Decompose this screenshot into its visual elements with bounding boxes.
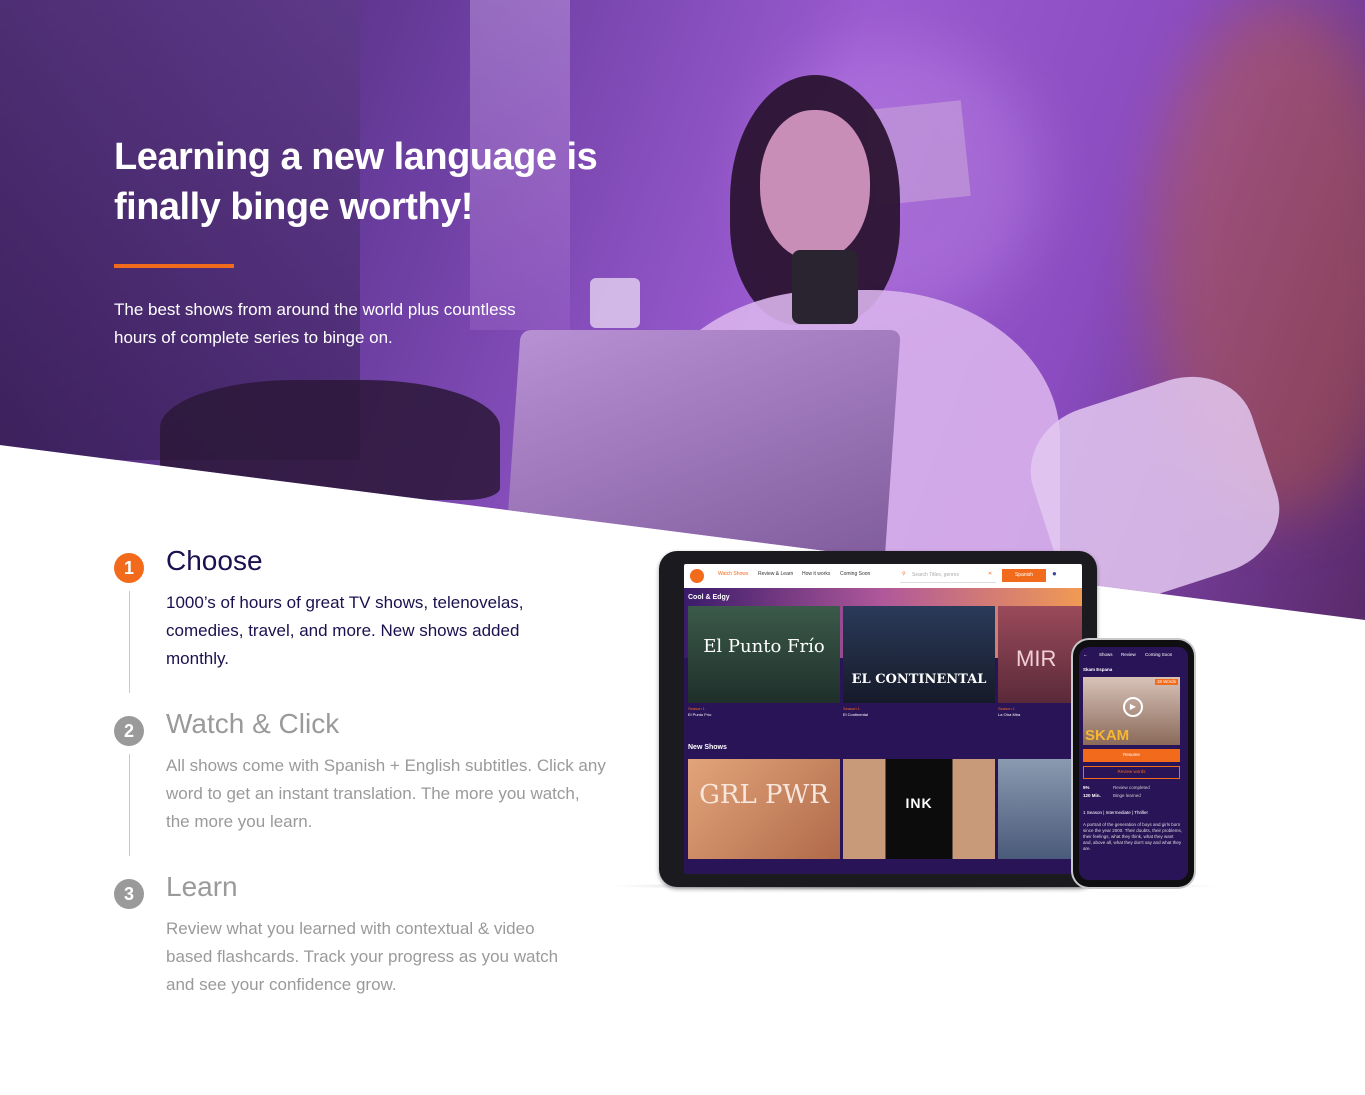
hero-accent-rule xyxy=(114,264,234,268)
stat-minutes: 120 Min. xyxy=(1083,793,1101,798)
show-thumbnail[interactable]: GRL PWR xyxy=(688,759,840,859)
show-poster[interactable]: 18 Words ▶ SKAM xyxy=(1083,677,1180,745)
show-art-title: MIR xyxy=(1016,646,1057,671)
app-navbar: Watch Shows Review & Learn How it works … xyxy=(684,564,1082,588)
show-thumbnail[interactable]: MIR xyxy=(998,606,1082,703)
tablet-mockup: Watch Shows Review & Learn How it works … xyxy=(659,551,1097,887)
hero-title: Learning a new language is finally binge… xyxy=(114,136,598,228)
phone-show-title: Skam Espana xyxy=(1083,667,1113,672)
step-text: All shows come with Spanish + English su… xyxy=(166,756,606,831)
phone-mockup: ← Shows Review Coming Soon Skam Espana 1… xyxy=(1073,640,1194,887)
step-text: Review what you learned with contextual … xyxy=(166,919,559,994)
stat-percent: 5% xyxy=(1083,785,1090,790)
nav-item[interactable]: Coming Soon xyxy=(840,571,870,577)
show-thumbnail[interactable]: EL CONTINENTAL xyxy=(843,606,995,703)
mug xyxy=(590,278,640,328)
show-meta: 1 Season | Intermediate | Thriller xyxy=(1083,810,1149,815)
phone-nav-item[interactable]: Review xyxy=(1121,652,1136,658)
step-number-badge: 1 xyxy=(114,553,144,583)
user-icon[interactable]: ● xyxy=(1052,569,1057,578)
phone-nav-item[interactable]: Coming Soon xyxy=(1145,652,1172,658)
show-art-title: GRL PWR xyxy=(699,780,829,810)
review-words-label: Review words xyxy=(1117,769,1146,774)
show-description: A portrait of the generation of boys and… xyxy=(1083,822,1182,851)
back-icon[interactable]: ← xyxy=(1083,652,1088,658)
step-number-badge: 2 xyxy=(114,716,144,746)
step-connector xyxy=(129,591,130,693)
step-title: Learn xyxy=(166,871,238,902)
step-connector xyxy=(129,754,130,856)
sofa-arm xyxy=(160,380,500,500)
nav-item[interactable]: How it works xyxy=(802,571,830,577)
show-thumbnail[interactable] xyxy=(998,759,1082,859)
section-heading: New Shows xyxy=(688,744,727,751)
step-number-badge: 3 xyxy=(114,879,144,909)
show-art-title: EL CONTINENTAL xyxy=(851,672,987,687)
person-face xyxy=(760,110,870,260)
language-button[interactable]: Spanish xyxy=(1002,569,1046,582)
resume-label: Resume xyxy=(1123,752,1140,757)
show-art-title: INK xyxy=(905,795,933,811)
tablet-screen: Watch Shows Review & Learn How it works … xyxy=(684,564,1082,874)
phone-screen: ← Shows Review Coming Soon Skam Espana 1… xyxy=(1079,647,1188,880)
phone-in-hand xyxy=(792,250,858,324)
show-thumbnail[interactable]: El Punto Frío xyxy=(688,606,840,703)
show-art-title: El Punto Frío xyxy=(703,636,825,657)
hero-banner: Learning a new language is finally binge… xyxy=(0,0,1365,620)
stat-binge-label: Binge learned xyxy=(1113,793,1141,798)
hero-subtitle: The best shows from around the world plu… xyxy=(114,300,516,347)
show-title: El Punto Frío xyxy=(688,712,712,717)
stat-review-label: Review completed xyxy=(1113,785,1150,790)
show-title: La Otra Mira xyxy=(998,712,1021,717)
resume-button[interactable]: Resume xyxy=(1083,749,1180,762)
show-title: El Continental xyxy=(843,712,868,717)
nav-item[interactable]: Review & Learn xyxy=(758,571,793,577)
laptop-back xyxy=(503,330,901,580)
step-title: Watch & Click xyxy=(166,708,340,739)
words-badge: 18 Words xyxy=(1154,679,1178,685)
show-season: Season 1 xyxy=(843,706,860,711)
nav-item[interactable]: Watch Shows xyxy=(718,571,748,577)
search-placeholder: Search Titles, genres xyxy=(912,572,959,578)
app-search[interactable]: ⚲ Search Titles, genres ✕ xyxy=(900,570,996,583)
step-title: Choose xyxy=(166,545,263,576)
step-text: 1000’s of hours of great TV shows, telen… xyxy=(166,593,524,668)
close-icon[interactable]: ✕ xyxy=(988,571,992,577)
play-icon[interactable]: ▶ xyxy=(1123,697,1143,717)
show-season: Season 1 xyxy=(998,706,1015,711)
section-heading: Cool & Edgy xyxy=(688,594,730,601)
review-words-button[interactable]: Review words xyxy=(1083,766,1180,779)
search-icon: ⚲ xyxy=(902,571,906,577)
app-logo xyxy=(690,569,704,583)
phone-nav-item[interactable]: Shows xyxy=(1099,652,1113,658)
show-season: Season 1 xyxy=(688,706,705,711)
show-thumbnail[interactable]: INK xyxy=(843,759,995,859)
poster-title: SKAM xyxy=(1085,727,1130,744)
